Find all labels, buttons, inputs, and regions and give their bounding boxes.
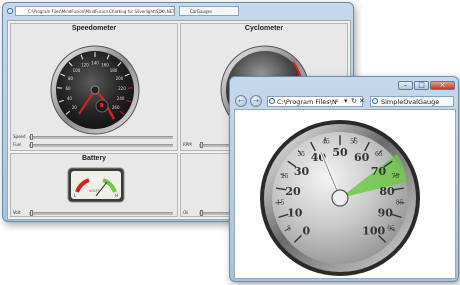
close-button[interactable]: × — [430, 81, 455, 90]
fuel-slider[interactable]: Fuel — [13, 142, 175, 148]
speedometer-tick-label: 100 — [73, 68, 81, 73]
speed-slider[interactable]: Speed — [13, 134, 175, 140]
fuel-icon — [100, 103, 103, 107]
oil-slider-label: Oil — [183, 210, 189, 215]
back-button[interactable]: ← — [235, 95, 247, 107]
oil-slider-thumb[interactable] — [200, 210, 203, 216]
refresh-icon[interactable]: ↻ — [351, 97, 357, 106]
forward-button[interactable]: → — [250, 95, 262, 107]
gauge-minor-label: 45 — [322, 139, 330, 146]
dropdown-icon[interactable]: ▾ — [344, 97, 348, 106]
battery-panel: Battery L H VOLTS Volt — [10, 153, 178, 217]
speed-slider-thumb[interactable] — [30, 134, 33, 140]
fuel-slider-label: Fuel — [13, 142, 22, 147]
volt-slider-track — [29, 212, 173, 215]
search-icon[interactable]: ⌕ — [335, 97, 339, 106]
gauge-minor-label: 85 — [396, 200, 404, 207]
fuel-slider-track — [29, 144, 173, 147]
gauge-minor-label: 75 — [391, 173, 399, 180]
simpleovalgauge-window: – □ × ← → C:\Program Files\N ⌕ ▾ ↻ ✕ Sim… — [229, 76, 459, 282]
address-bar[interactable]: C:\Program Files\MindFusion\MindFusion.C… — [15, 6, 175, 16]
gauge-major-label: 50 — [332, 146, 348, 159]
speedometer-tick-label: 40 — [67, 96, 73, 101]
speedometer-tick-label: 240 — [117, 96, 125, 101]
gauge-hub — [331, 189, 349, 207]
speedometer-tick-label: 140 — [91, 61, 99, 66]
speedometer-panel: Speedometer 20 40 60 80 100 120 140 160 … — [10, 23, 178, 151]
speedometer-gauge: 20 40 60 80 100120 140 160180 200 220 240 260 — [50, 45, 140, 135]
speedometer-tick-label: 120 — [81, 62, 89, 67]
speedometer-tick-label: 260 — [112, 105, 120, 110]
speedometer-tick-label: 60 — [65, 86, 71, 91]
tab-page-icon — [372, 98, 378, 104]
volt-slider[interactable]: Volt — [13, 210, 175, 216]
battery-gauge: L H VOLTS — [67, 167, 125, 203]
speedometer-tick-label: 80 — [68, 76, 74, 81]
page-icon — [269, 98, 275, 104]
speedometer-tick-label: 200 — [116, 76, 124, 81]
volt-slider-thumb[interactable] — [30, 210, 33, 216]
gauge-minor-label: 35 — [297, 151, 305, 158]
gauge-minor-label: 65 — [375, 151, 383, 158]
stop-icon[interactable]: ✕ — [359, 97, 365, 106]
minimize-button[interactable]: – — [398, 81, 413, 90]
gauge-minor-label: 15 — [277, 200, 285, 207]
address-bar-2[interactable]: C:\Program Files\N — [267, 96, 363, 107]
gauge-major-label: 30 — [294, 165, 310, 178]
gauge-minor-label: 5 — [287, 225, 291, 232]
speedometer-tick-label: 180 — [110, 68, 118, 73]
gauge-minor-label: 55 — [350, 139, 358, 146]
fuel-slider-thumb[interactable] — [30, 142, 33, 148]
speed-slider-track — [29, 136, 173, 139]
battery-label-high: H — [115, 193, 118, 198]
gauge-major-label: 0 — [303, 225, 311, 238]
gauge-major-label: 100 — [362, 225, 385, 238]
speedometer-hub — [90, 85, 100, 95]
speedometer-tick-label: 160 — [101, 62, 109, 67]
speedometer-tick-label: 20 — [72, 105, 78, 110]
gauge-major-label: 90 — [378, 206, 394, 219]
speedometer-tick-label: 220 — [118, 86, 126, 91]
gauge-major-label: 20 — [285, 185, 301, 198]
rpm-slider-thumb[interactable] — [200, 142, 203, 148]
gauge-minor-label: 95 — [387, 225, 395, 232]
oval-gauge: 0510152025 3035 4045505560 6570 758085909510… — [260, 120, 420, 276]
gauge-minor-label: 25 — [281, 173, 289, 180]
battery-unit-label: VOLTS — [89, 189, 101, 193]
gauge-content: 0 5 10 15 20 25 30 35 40 45 50 55 60 65 70 75 80 85 90 95 10… — [234, 109, 456, 279]
gauge-major-label: 70 — [371, 165, 387, 178]
gauge-major-label: 10 — [287, 206, 303, 219]
volt-slider-label: Volt — [13, 210, 21, 215]
gauge-major-label: 60 — [354, 151, 370, 164]
speed-slider-label: Speed — [13, 134, 26, 139]
maximize-button[interactable]: □ — [414, 81, 429, 90]
tab-simpleovalgauge[interactable]: SimpleOvalGauge — [370, 96, 454, 107]
gauge-major-label: 80 — [379, 185, 395, 198]
tab-cargauges[interactable]: CarGauges — [179, 6, 239, 16]
browser-logo-icon — [7, 8, 13, 14]
rpm-slider-label: RPM — [183, 142, 192, 147]
